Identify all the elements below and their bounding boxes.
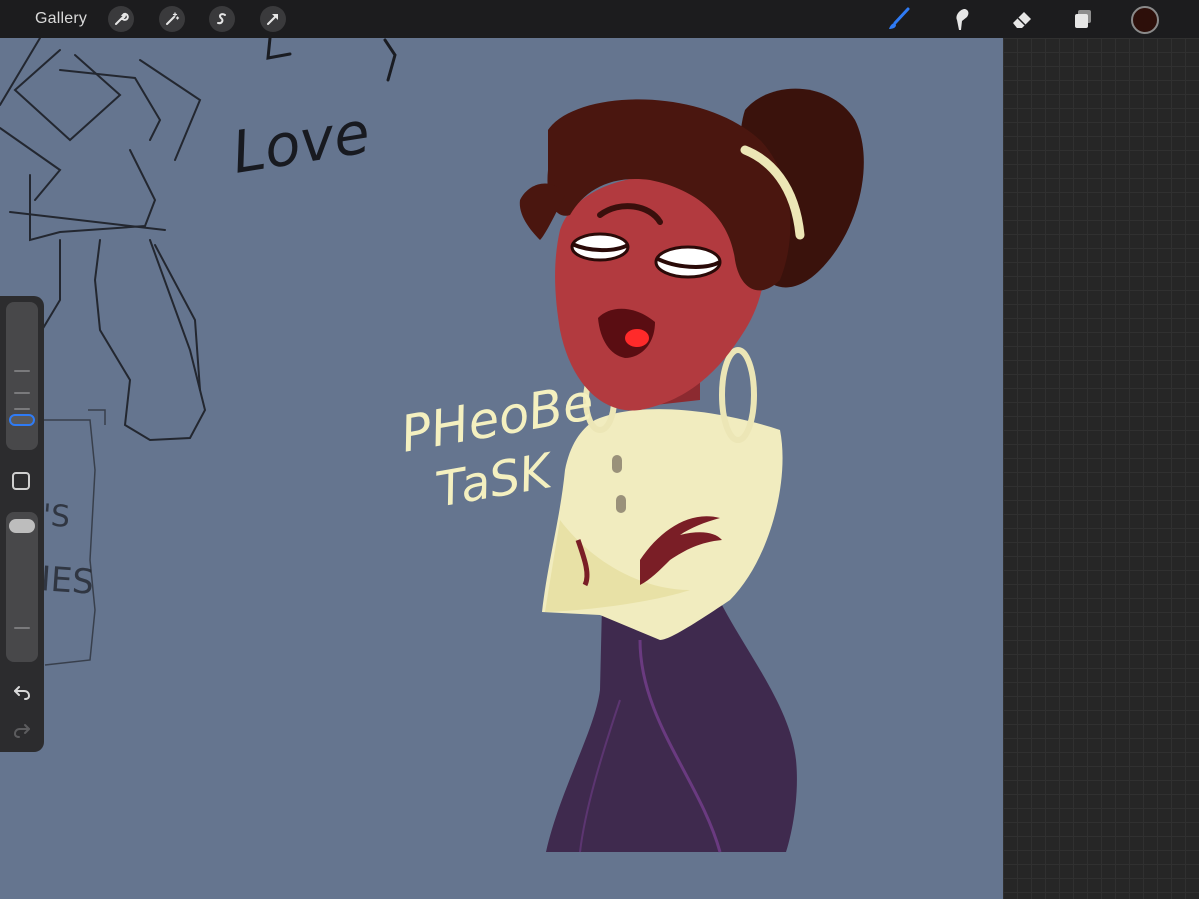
- layers-button[interactable]: [1069, 5, 1097, 33]
- undo-button[interactable]: [10, 680, 34, 704]
- brush-size-slider[interactable]: [6, 302, 38, 450]
- eraser-tool-button[interactable]: [1008, 5, 1036, 33]
- gallery-button[interactable]: Gallery: [35, 10, 87, 28]
- slider-tick: [14, 392, 30, 394]
- top-toolbar: Gallery: [0, 0, 1199, 38]
- redo-icon: [13, 724, 30, 738]
- transform-button[interactable]: [260, 6, 286, 32]
- adjustments-button[interactable]: [159, 6, 185, 32]
- character-name-line1: PHeoBe: [397, 373, 598, 464]
- sketch-love-text: Love: [228, 98, 375, 187]
- brush-tool-button[interactable]: [885, 5, 913, 33]
- layers-icon: [1075, 10, 1091, 28]
- sketch-jar: [40, 409, 106, 666]
- drawing-canvas[interactable]: 'S IES Love PHeoBe TaSK: [0, 38, 1003, 899]
- eraser-icon: [1013, 12, 1031, 28]
- smudge-icon: [956, 9, 969, 30]
- sketch-fragment-1: 'S: [41, 498, 71, 535]
- color-swatch-button[interactable]: [1131, 6, 1159, 34]
- slider-tick: [14, 408, 30, 410]
- artwork: 'S IES Love PHeoBe TaSK: [0, 38, 864, 853]
- selection-s-icon: [217, 13, 226, 25]
- smudge-tool-button[interactable]: [946, 5, 974, 33]
- modify-button[interactable]: [12, 472, 30, 490]
- sketch-love-strokes: [266, 38, 397, 82]
- workspace-background: [1003, 38, 1199, 899]
- undo-icon: [14, 686, 31, 700]
- transform-arrow-icon: [267, 14, 278, 25]
- brush-icon: [889, 7, 910, 29]
- sketch-fragment-2: IES: [39, 559, 95, 603]
- opacity-knob[interactable]: [9, 519, 35, 533]
- left-sidebar: [0, 296, 44, 752]
- slider-tick: [14, 627, 30, 629]
- slider-tick: [14, 370, 30, 372]
- actions-button[interactable]: [108, 6, 134, 32]
- redo-button[interactable]: [10, 718, 34, 742]
- magic-wand-icon: [166, 12, 180, 25]
- wrench-icon: [115, 12, 129, 25]
- brush-size-knob[interactable]: [9, 414, 35, 426]
- selection-button[interactable]: [209, 6, 235, 32]
- opacity-slider[interactable]: [6, 512, 38, 662]
